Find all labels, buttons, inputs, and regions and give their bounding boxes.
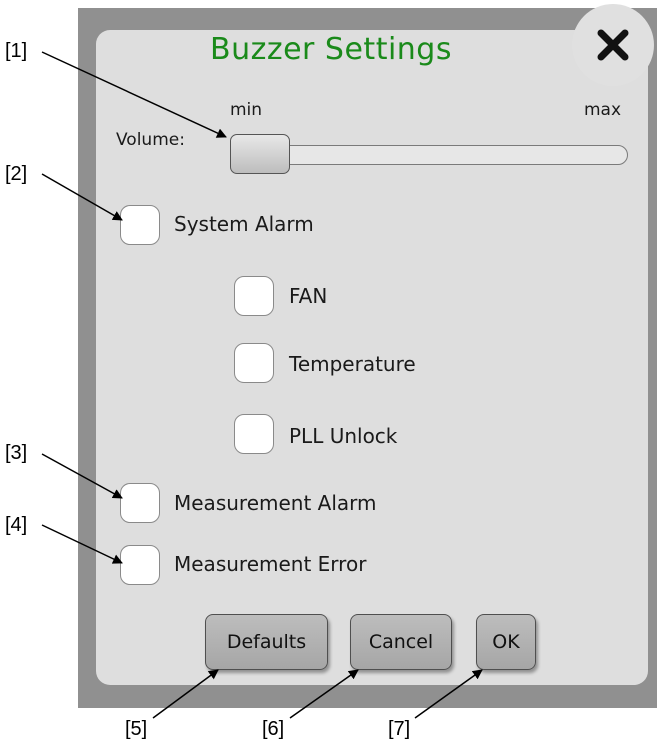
callout-arrows [41, 51, 483, 719]
callout-arrow-1 [41, 51, 227, 138]
callout-arrow-2 [41, 173, 123, 221]
callout-arrow-5 [152, 669, 219, 719]
callout-arrow-7 [414, 669, 483, 719]
callout-arrow-6 [289, 669, 359, 719]
callout-arrow-4 [41, 524, 123, 564]
callout-arrow-3 [41, 453, 123, 499]
